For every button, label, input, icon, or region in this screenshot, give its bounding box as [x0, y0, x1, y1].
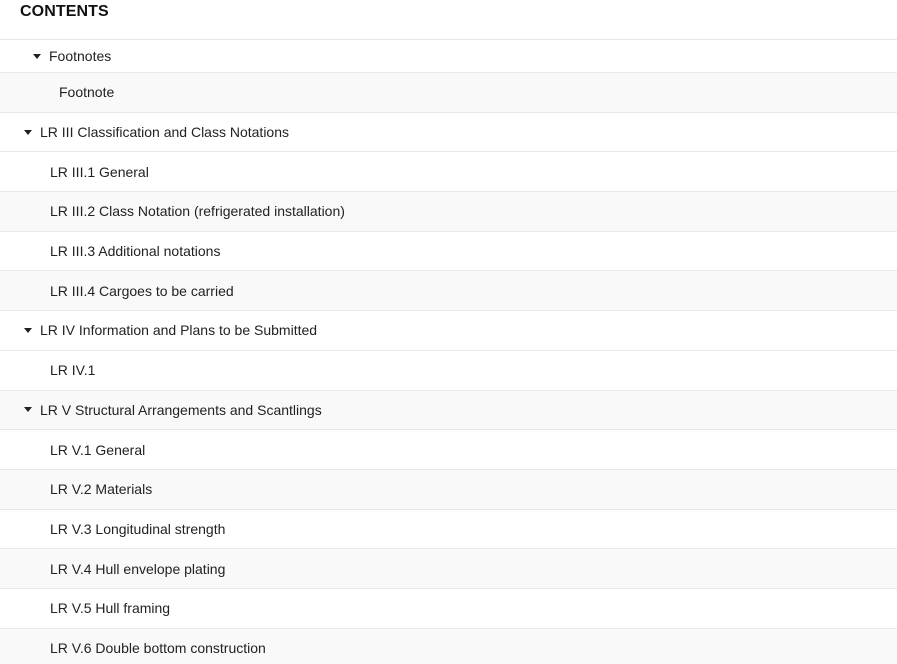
contents-panel: CONTENTS Footnotes Footnote LR III Class…: [0, 0, 897, 664]
toc-item-label: LR III.2 Class Notation (refrigerated in…: [50, 203, 345, 220]
toc-item-lr-iii-1[interactable]: LR III.1 General: [0, 152, 897, 193]
caret-down-icon[interactable]: [24, 327, 32, 333]
toc-item-footnotes[interactable]: Footnotes: [0, 40, 897, 73]
toc-item-lr-iii-2[interactable]: LR III.2 Class Notation (refrigerated in…: [0, 192, 897, 232]
toc-item-label: LR V Structural Arrangements and Scantli…: [40, 401, 322, 418]
toc-item-lr-iii-3[interactable]: LR III.3 Additional notations: [0, 232, 897, 272]
toc-item-label: LR IV.1: [50, 362, 96, 379]
toc-item-lr-v-1[interactable]: LR V.1 General: [0, 430, 897, 470]
toc-item-lr-iii[interactable]: LR III Classification and Class Notation…: [0, 113, 897, 153]
toc-item-label: LR V.6 Double bottom construction: [50, 639, 266, 656]
toc-item-label: Footnote: [59, 84, 115, 101]
toc-item-lr-v-5[interactable]: LR V.5 Hull framing: [0, 589, 897, 629]
toc-item-label: Footnotes: [49, 48, 112, 64]
toc-item-lr-v-3[interactable]: LR V.3 Longitudinal strength: [0, 510, 897, 550]
toc-list: Footnotes Footnote LR III Classification…: [0, 40, 897, 664]
caret-down-icon[interactable]: [24, 407, 32, 413]
contents-title: CONTENTS: [20, 2, 109, 20]
toc-item-lr-v-2[interactable]: LR V.2 Materials: [0, 469, 897, 510]
toc-item-footnote[interactable]: Footnote: [0, 73, 897, 113]
caret-down-icon[interactable]: [33, 53, 41, 59]
toc-item-label: LR III.1 General: [50, 163, 149, 180]
contents-header: CONTENTS: [0, 0, 897, 40]
toc-item-label: LR V.3 Longitudinal strength: [50, 520, 226, 537]
toc-item-lr-iv[interactable]: LR IV Information and Plans to be Submit…: [0, 311, 897, 351]
toc-item-lr-iv-1[interactable]: LR IV.1: [0, 351, 897, 391]
toc-item-label: LR V.2 Materials: [50, 481, 153, 498]
toc-item-lr-v-4[interactable]: LR V.4 Hull envelope plating: [0, 549, 897, 589]
toc-item-lr-v-6[interactable]: LR V.6 Double bottom construction: [0, 628, 897, 664]
toc-item-label: LR IV Information and Plans to be Submit…: [40, 322, 318, 339]
toc-item-label: LR III.3 Additional notations: [50, 243, 221, 260]
toc-item-label: LR III.4 Cargoes to be carried: [50, 282, 234, 299]
toc-item-label: LR III Classification and Class Notation…: [40, 124, 289, 141]
toc-item-label: LR V.5 Hull framing: [50, 600, 171, 617]
caret-down-icon[interactable]: [24, 129, 32, 135]
toc-item-label: LR V.1 General: [50, 441, 146, 458]
toc-item-lr-iii-4[interactable]: LR III.4 Cargoes to be carried: [0, 271, 897, 312]
toc-item-lr-v[interactable]: LR V Structural Arrangements and Scantli…: [0, 390, 897, 431]
toc-item-label: LR V.4 Hull envelope plating: [50, 560, 226, 577]
